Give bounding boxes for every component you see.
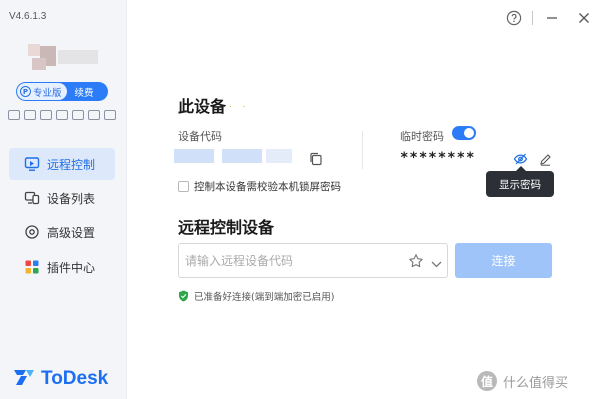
minimize-icon <box>547 17 557 19</box>
copy-icon <box>310 152 322 166</box>
help-button[interactable] <box>505 9 523 27</box>
eye-hidden-icon <box>513 153 528 165</box>
temp-password-value: ******** <box>400 150 476 166</box>
shield-check-icon <box>179 290 188 302</box>
temp-password-label: 临时密码 <box>400 130 444 143</box>
chevron-down-icon <box>431 261 442 268</box>
lock-screen-checkbox-label[interactable]: 控制本设备需校验本机锁屏密码 <box>194 179 341 194</box>
star-icon <box>409 254 423 268</box>
todesk-logo-icon <box>12 367 36 391</box>
sidebar-item-label: 高级设置 <box>47 225 96 240</box>
connection-status: 已准备好连接(端到端加密已启用) <box>178 289 334 303</box>
section-divider <box>362 131 363 169</box>
pencil-icon <box>540 154 551 166</box>
show-password-tooltip: 显示密码 <box>486 166 554 197</box>
sidebar-item-label: 远程控制 <box>47 157 96 172</box>
sidebar-item-device-list[interactable]: 设备列表 <box>9 182 115 214</box>
device-code-label: 设备代码 <box>178 130 222 143</box>
feature-icon <box>72 110 84 120</box>
watermark-text: 什么值得买 <box>503 375 569 391</box>
show-password-button[interactable] <box>513 151 528 165</box>
temp-password-toggle[interactable] <box>452 126 476 140</box>
remote-control-icon <box>24 156 40 172</box>
toggle-knob <box>464 128 474 138</box>
plan-badge[interactable]: P 专业版 续费 <box>16 82 108 101</box>
sidebar-item-plugin-center[interactable]: 插件中心 <box>9 251 115 283</box>
edit-password-button[interactable] <box>539 151 552 166</box>
close-button[interactable] <box>575 9 593 27</box>
feature-icon <box>40 110 52 120</box>
titlebar-divider <box>532 11 533 25</box>
app-version: V4.6.1.3 <box>9 11 47 22</box>
device-code-value <box>174 146 292 166</box>
decorative-dots: . . <box>229 100 250 110</box>
lock-screen-check-row: 控制本设备需校验本机锁屏密码 <box>178 179 341 194</box>
remote-code-field <box>178 243 448 278</box>
this-device-title: 此设备 <box>178 97 227 116</box>
lock-screen-checkbox[interactable] <box>178 181 189 192</box>
connection-status-text: 已准备好连接(端到端加密已启用) <box>194 292 335 303</box>
remote-control-title: 远程控制设备 <box>178 218 275 237</box>
feature-icon <box>24 110 36 120</box>
pro-plan-label: P 专业版 <box>17 83 67 100</box>
feature-icon <box>56 110 68 120</box>
history-dropdown-button[interactable] <box>430 255 443 268</box>
feature-icons <box>8 110 116 120</box>
sidebar-item-label: 插件中心 <box>47 260 96 275</box>
watermark-logo-icon: 值 <box>477 371 497 391</box>
brand-logo: ToDesk <box>12 367 108 391</box>
feature-icon <box>8 110 20 120</box>
settings-icon <box>24 224 40 240</box>
sidebar-item-remote-control[interactable]: 远程控制 <box>9 148 115 180</box>
minimize-button[interactable] <box>543 9 561 27</box>
copy-code-button[interactable] <box>309 151 323 166</box>
watermark: 值 什么值得买 <box>477 371 568 391</box>
favorite-button[interactable] <box>408 253 424 269</box>
connect-button[interactable]: 连接 <box>455 243 552 278</box>
sidebar-item-label: 设备列表 <box>47 191 96 206</box>
help-icon <box>506 10 522 26</box>
device-list-icon <box>24 190 40 206</box>
pro-icon: P <box>20 86 31 97</box>
feature-icon <box>104 110 116 120</box>
remote-code-input[interactable] <box>185 252 400 270</box>
brand-name: ToDesk <box>41 368 109 389</box>
sidebar: V4.6.1.3 P 专业版 续费 远程控制 设备列表 高级设置 插件中心 To… <box>0 0 127 399</box>
avatar[interactable] <box>28 44 98 72</box>
sidebar-item-advanced-settings[interactable]: 高级设置 <box>9 216 115 248</box>
close-icon <box>579 13 589 23</box>
plugin-center-icon <box>24 259 40 275</box>
renew-button[interactable]: 续费 <box>67 85 94 99</box>
feature-icon <box>88 110 100 120</box>
